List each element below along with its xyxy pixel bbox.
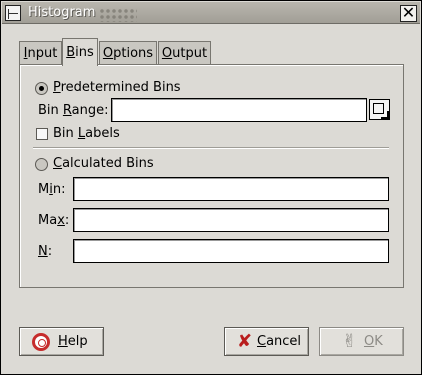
tab-bins-label: ins: [75, 45, 94, 60]
histogram-dialog: Histogram ✕ Input Bins Options Output Pr…: [0, 0, 422, 375]
cancel-x-icon: ✘: [237, 331, 253, 352]
tab-output-mnemonic: O: [161, 46, 173, 61]
window-menu-icon[interactable]: [5, 5, 21, 21]
ok-label-rest: K: [374, 334, 383, 349]
cancel-button[interactable]: ✘ Cancel: [224, 327, 309, 356]
tab-output-label: utput: [172, 46, 208, 61]
cancel-label-rest: ancel: [266, 334, 302, 349]
ok-button[interactable]: ✌ OK: [319, 327, 404, 356]
calculated-bins-label[interactable]: Calculated Bins: [53, 156, 154, 171]
lifebuoy-icon: [32, 333, 50, 351]
calculated-bins-mnemonic: C: [53, 156, 63, 171]
tab-options[interactable]: Options: [99, 41, 157, 65]
bin-range-input[interactable]: [111, 98, 367, 122]
n-mnemonic: N: [38, 244, 48, 259]
n-label-post: :: [47, 244, 53, 259]
max-label-post: :: [64, 213, 70, 228]
tab-bins[interactable]: Bins: [62, 38, 98, 66]
predetermined-bins-radio[interactable]: [35, 82, 48, 95]
titlebar-grip: [99, 8, 137, 22]
n-label: N:: [38, 244, 52, 259]
n-input[interactable]: [73, 239, 389, 263]
tab-output[interactable]: Output: [158, 41, 211, 65]
thumbs-up-icon: ✌: [342, 331, 358, 352]
tab-input[interactable]: Input: [19, 41, 62, 65]
help-mnemonic: H: [58, 334, 68, 349]
predetermined-bins-label[interactable]: Predetermined Bins: [53, 80, 181, 95]
ok-button-label: OK: [364, 334, 383, 349]
calculated-bins-radio[interactable]: [35, 158, 48, 171]
bin-labels-label-pre: Bin: [53, 126, 78, 141]
tab-options-mnemonic: O: [102, 46, 114, 61]
help-button-label: Help: [58, 334, 88, 349]
tab-input-label: nput: [27, 46, 58, 61]
help-label-rest: elp: [67, 334, 88, 349]
bin-labels-checkbox[interactable]: [36, 128, 48, 140]
tab-options-label: ptions: [113, 46, 154, 61]
range-selector-icon[interactable]: [369, 99, 390, 120]
window-title: Histogram: [28, 5, 96, 20]
close-icon[interactable]: ✕: [400, 5, 417, 22]
predetermined-bins-label-post: redetermined Bins: [60, 80, 181, 95]
max-label: Max:: [38, 213, 69, 228]
section-divider: [33, 147, 389, 149]
bin-labels-label-post: abels: [85, 126, 120, 141]
bin-range-label: Bin Range:: [38, 103, 109, 118]
predetermined-bins-mnemonic: P: [53, 80, 61, 95]
bin-range-label-post: ange:: [71, 103, 109, 118]
help-button[interactable]: Help: [19, 327, 104, 356]
tab-bins-mnemonic: B: [66, 45, 76, 60]
min-input[interactable]: [73, 177, 389, 201]
max-label-pre: Ma: [38, 213, 58, 228]
min-label-post: n:: [52, 182, 66, 197]
min-label: Min:: [38, 182, 65, 197]
max-input[interactable]: [73, 208, 389, 232]
bin-range-label-pre: Bin: [38, 103, 63, 118]
min-label-pre: M: [38, 182, 50, 197]
bin-range-mnemonic: R: [62, 103, 72, 118]
bin-labels-label[interactable]: Bin Labels: [53, 126, 120, 141]
ok-mnemonic: O: [364, 334, 375, 349]
cancel-mnemonic: C: [257, 334, 267, 349]
max-mnemonic: x: [57, 213, 65, 228]
title-bar[interactable]: Histogram ✕: [2, 2, 420, 24]
calculated-bins-label-post: alculated Bins: [62, 156, 154, 171]
cancel-button-label: Cancel: [257, 334, 301, 349]
